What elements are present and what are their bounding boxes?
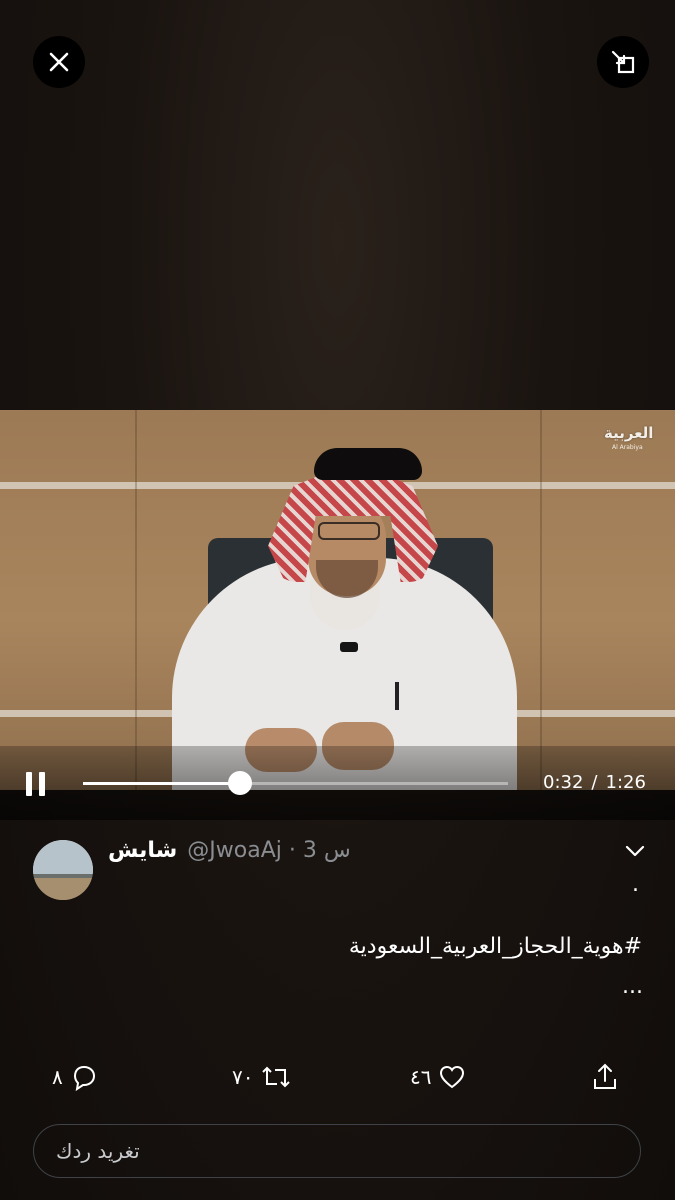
reply-count: ٨ <box>52 1065 63 1089</box>
like-button[interactable]: ٤٦ <box>410 1060 467 1094</box>
speaker-agal <box>314 448 422 480</box>
wall-seam <box>135 410 137 790</box>
reply-placeholder: تغريد ردك <box>56 1139 140 1163</box>
tweet-text-line: . <box>632 872 639 897</box>
tweet-menu-button[interactable] <box>622 840 648 862</box>
progress-thumb[interactable] <box>228 771 253 795</box>
retweet-count: ٧٠ <box>232 1065 254 1089</box>
like-count: ٤٦ <box>410 1065 432 1089</box>
channel-logo-sub: Al Arabiya <box>612 444 643 451</box>
time-display: 0:32 / 1:26 <box>543 772 646 793</box>
close-icon <box>49 52 69 72</box>
retweet-icon <box>262 1066 291 1088</box>
close-button[interactable] <box>33 36 85 88</box>
progress-bar[interactable] <box>83 771 508 795</box>
pause-button[interactable] <box>22 768 52 800</box>
share-button[interactable] <box>590 1060 620 1094</box>
share-icon <box>594 1063 616 1089</box>
pen <box>395 682 399 710</box>
reply-input[interactable]: تغريد ردك <box>33 1124 641 1178</box>
avatar[interactable] <box>33 840 93 900</box>
reply-icon <box>73 1065 95 1092</box>
pause-icon <box>26 772 32 796</box>
tweet-text-ellipsis: ... <box>622 974 643 999</box>
time-separator: / <box>591 772 598 793</box>
current-time: 0:32 <box>543 772 584 793</box>
channel-logo: العربية <box>604 424 654 442</box>
progress-fill <box>83 782 241 785</box>
minimize-button[interactable] <box>597 36 649 88</box>
chevron-down-icon <box>625 845 645 857</box>
display-name[interactable]: شايش <box>108 838 177 863</box>
duration: 1:26 <box>605 772 646 793</box>
video-player[interactable]: العربية Al Arabiya <box>0 410 675 790</box>
lapel-mic <box>340 642 358 652</box>
hashtag-link[interactable]: #هوية_الحجاز_العربية_السعودية <box>349 934 642 959</box>
video-controls: 0:32 / 1:26 <box>0 746 675 820</box>
handle-and-time[interactable]: @JwoaAj · 3 س <box>187 838 350 863</box>
tweet-header: شايش @JwoaAj · 3 س <box>108 838 351 868</box>
avatar-landscape <box>33 840 93 900</box>
wall-seam <box>540 410 542 790</box>
speaker-glasses <box>318 522 380 540</box>
pause-icon-bar <box>39 772 45 796</box>
minimize-icon <box>611 50 635 74</box>
retweet-button[interactable]: ٧٠ <box>232 1060 293 1094</box>
heart-icon <box>440 1065 465 1089</box>
video-viewer: العربية Al Arabiya 0:32 / 1:26 شايش @JwoaAj… <box>0 0 675 1200</box>
reply-button[interactable]: ٨ <box>52 1060 99 1094</box>
